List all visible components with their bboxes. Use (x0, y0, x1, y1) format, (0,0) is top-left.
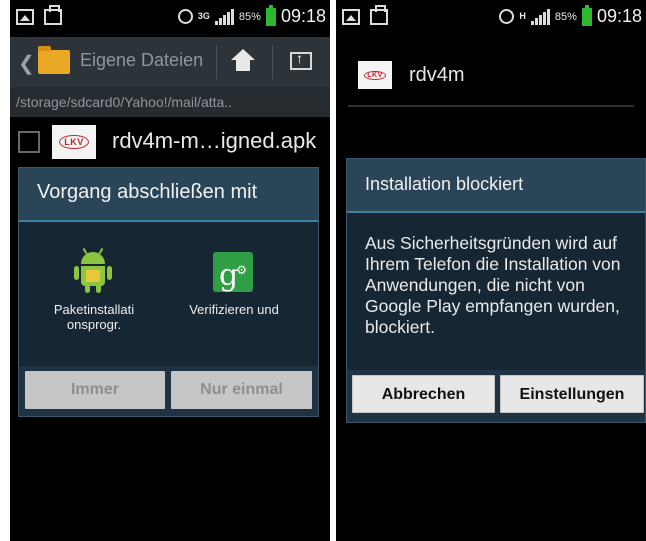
dialog-button-bar: Abbrechen Einstellungen (347, 370, 645, 422)
app-logo-icon: LKV (358, 61, 392, 89)
dialog-button-bar: Immer Nur einmal (19, 366, 318, 416)
left-phone-screen: 3G 85% 09:18 ❮ Eigene Dateien /storage/s… (10, 0, 330, 541)
gallery-notification-icon (16, 9, 34, 25)
file-list-item[interactable]: LKV rdv4m-m…igned.apk (10, 117, 330, 167)
file-name: rdv4m-m…igned.apk (112, 128, 317, 153)
dialog-title-bar: Vorgang abschließen mit (19, 168, 318, 220)
android-installer-icon (73, 247, 113, 294)
dialog-title-bar: Installation blockiert (347, 159, 645, 211)
battery-percent: 85% (238, 10, 261, 23)
status-bar: H 85% 09:18 (336, 0, 646, 37)
installer-label: Paketinstallati onsprogr. (53, 302, 135, 332)
dialog-title: Installation blockiert (365, 174, 524, 194)
title-divider (347, 211, 645, 213)
clock: 09:18 (596, 6, 642, 26)
cancel-button[interactable]: Abbrechen (352, 375, 495, 413)
battery-icon (581, 4, 592, 26)
up-folder-icon[interactable] (290, 50, 312, 70)
status-bar: 3G 85% 09:18 (10, 0, 330, 37)
installer-header: LKV rdv4m (336, 37, 646, 110)
installation-blocked-dialog: Installation blockiert Aus Sicherheitsgr… (346, 158, 646, 423)
network-type: H (519, 11, 526, 21)
app-option-verify[interactable]: g⚙ Verifizieren und (179, 242, 289, 342)
battery-percent: 85% (554, 10, 577, 23)
network-type: 3G (197, 11, 210, 21)
download-notification-icon (370, 5, 388, 25)
just-once-button[interactable]: Nur einmal (171, 371, 312, 409)
always-button[interactable]: Immer (25, 371, 165, 409)
divider (216, 45, 217, 79)
action-bar-title[interactable]: Eigene Dateien (80, 50, 203, 71)
file-checkbox[interactable] (18, 131, 40, 153)
path-breadcrumb: /storage/sdcard0/Yahoo!/mail/atta.. (10, 87, 330, 117)
app-logo-icon: LKV (52, 125, 96, 159)
action-bar: ❮ Eigene Dateien (10, 37, 330, 87)
header-divider (348, 105, 634, 107)
title-divider (19, 220, 318, 222)
gallery-notification-icon (342, 9, 360, 25)
back-icon[interactable]: ❮ (18, 51, 35, 76)
divider (272, 45, 273, 79)
battery-icon (265, 4, 276, 26)
app-name: rdv4m (409, 64, 465, 86)
alarm-icon (177, 9, 193, 24)
verify-label: Verifizieren und (189, 302, 279, 317)
folder-icon (38, 46, 70, 74)
google-plus-settings-icon: g⚙ (213, 252, 253, 293)
complete-action-dialog: Vorgang abschließen mit Paketinstallati … (18, 167, 319, 417)
settings-button[interactable]: Einstellungen (500, 375, 644, 413)
signal-icon (214, 8, 234, 25)
right-phone-screen: H 85% 09:18 LKV rdv4m Installation block… (336, 0, 646, 541)
dialog-title: Vorgang abschließen mit (37, 181, 258, 203)
download-notification-icon (44, 5, 62, 25)
clock: 09:18 (280, 6, 326, 26)
app-option-installer[interactable]: Paketinstallati onsprogr. (39, 242, 149, 342)
signal-icon (530, 8, 550, 25)
dialog-message: Aus Sicherheitsgründen wird auf Ihrem Te… (365, 233, 621, 337)
home-icon[interactable] (230, 49, 256, 75)
alarm-icon (499, 9, 515, 24)
